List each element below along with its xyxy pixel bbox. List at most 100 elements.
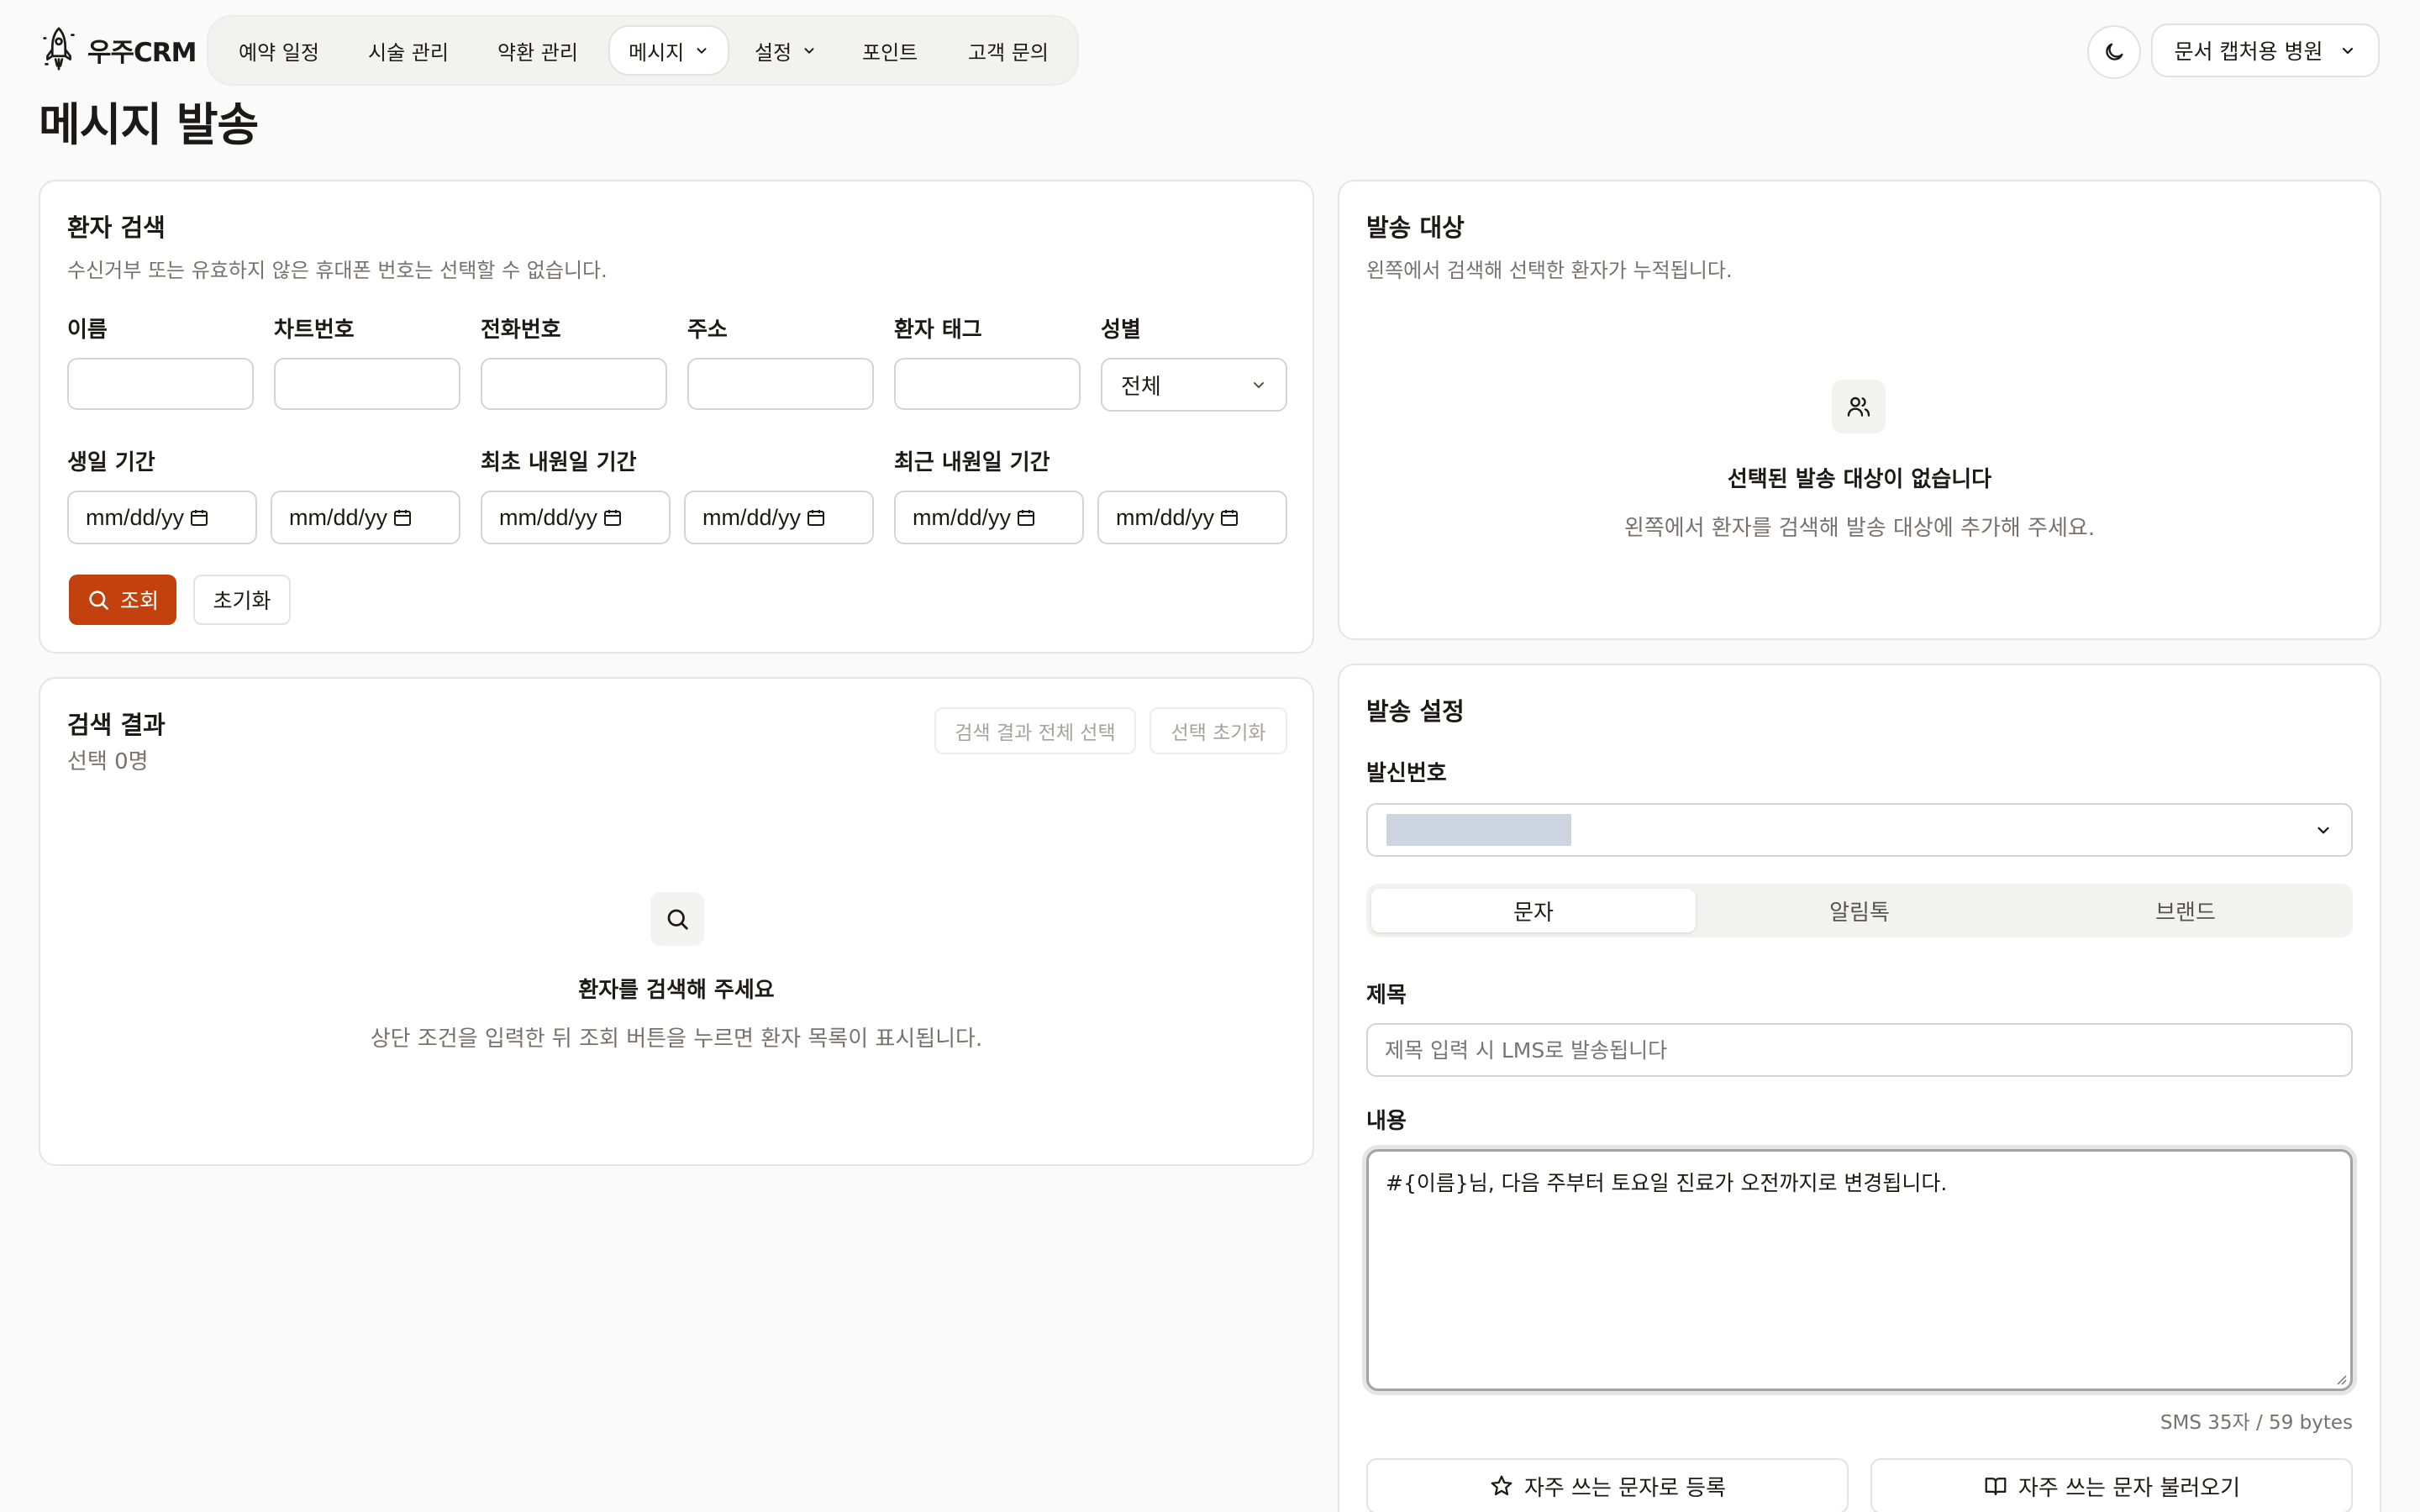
birthday-end-date[interactable]: mm/dd/yy [271,491,460,544]
hospital-selector[interactable]: 문서 캡처용 병원 [2151,24,2380,77]
app-name: 우주CRM [87,37,197,68]
nav-label: 약환 관리 [497,40,578,65]
nav-label: 설정 [755,40,792,65]
first-visit-start-date[interactable]: mm/dd/yy [481,491,671,544]
sender-number-select[interactable] [1366,803,2353,857]
first-visit-end-date[interactable]: mm/dd/yy [684,491,874,544]
search-icon [89,591,108,610]
search-button[interactable]: 조회 [69,575,176,625]
search-icon [667,909,688,930]
nav-label: 시술 관리 [368,40,449,65]
button-label: 자주 쓰는 문자 불러오기 [2018,1475,2240,1501]
search-icon-tile [650,892,704,946]
last-visit-end-date[interactable]: mm/dd/yy [1097,491,1287,544]
chevron-down-icon [804,48,814,54]
subject-input[interactable] [1366,1023,2353,1077]
selected-count: 선택 0명 [67,749,149,774]
birthday-start-date[interactable]: mm/dd/yy [67,491,257,544]
empty-description: 상단 조건을 입력한 뒤 조회 버튼을 누르면 환자 목록이 표시됩니다. [370,1026,983,1052]
date-placeholder: mm/dd/yy [86,504,185,530]
users-icon-tile [1832,380,1886,433]
last-visit-start-date[interactable]: mm/dd/yy [894,491,1084,544]
message-type-tabs: 문자 알림톡 브랜드 [1366,884,2353,937]
send-targets-card: 발송 대상 왼쪽에서 검색해 선택한 환자가 누적됩니다. 선택된 발송 대상이… [1338,180,2381,640]
tab-sms[interactable]: 문자 [1371,889,1696,932]
tab-brand[interactable]: 브랜드 [2023,889,2348,932]
resize-handle-icon[interactable] [2333,1372,2347,1385]
date-placeholder: mm/dd/yy [289,504,388,530]
page-title: 메시지 발송 [39,98,259,151]
nav-label: 고객 문의 [968,40,1049,65]
nav-label: 메시지 [629,40,685,65]
save-template-button[interactable]: 자주 쓰는 문자로 등록 [1366,1458,1849,1512]
chart-no-label: 차트번호 [274,318,355,343]
clear-selection-button[interactable]: 선택 초기화 [1150,707,1287,754]
gender-select[interactable]: 전체 [1101,358,1287,412]
content-label: 내용 [1366,1109,1407,1134]
content-value: #{이름}님, 다음 주부터 토요일 진료가 오전까지로 변경됩니다. [1386,1171,1948,1195]
byte-counter: SMS 35자 / 59 bytes [2160,1412,2353,1434]
book-open-icon [1985,1478,2007,1496]
app-logo[interactable]: 우주CRM [39,25,197,74]
nav-item-drugs[interactable]: 약환 관리 [497,17,578,84]
address-label: 주소 [687,318,728,343]
theme-toggle-button[interactable] [2087,25,2141,79]
nav-label: 포인트 [862,40,918,65]
nav-item-procedures[interactable]: 시술 관리 [368,17,449,84]
tab-label: 문자 [1513,900,1554,926]
card-title: 환자 검색 [67,213,166,242]
content-textarea[interactable]: #{이름}님, 다음 주부터 토요일 진료가 오전까지로 변경됩니다. [1366,1149,2353,1391]
empty-title: 환자를 검색해 주세요 [578,978,775,1003]
moon-icon [2106,43,2123,60]
card-subtitle: 왼쪽에서 검색해 선택한 환자가 누적됩니다. [1366,259,1733,282]
patient-search-card: 환자 검색 수신거부 또는 유효하지 않은 휴대폰 번호는 선택할 수 없습니다… [39,180,1314,654]
chart-no-input[interactable] [274,358,460,410]
search-button-label: 조회 [119,589,159,613]
calendar-icon [604,510,622,526]
button-label: 검색 결과 전체 선택 [955,722,1116,744]
select-all-results-button[interactable]: 검색 결과 전체 선택 [934,707,1136,754]
phone-input[interactable] [481,358,667,410]
calendar-icon [1018,510,1035,526]
date-placeholder: mm/dd/yy [1116,504,1215,530]
date-placeholder: mm/dd/yy [499,504,598,530]
hospital-name: 문서 캡처용 병원 [2174,39,2323,64]
users-icon [1847,396,1870,417]
nav-item-points[interactable]: 포인트 [862,17,918,84]
nav-item-reservations[interactable]: 예약 일정 [239,17,319,84]
card-title: 발송 설정 [1366,697,1465,726]
search-results-card: 검색 결과 선택 0명 검색 결과 전체 선택 선택 초기화 환자를 검색해 주… [39,677,1314,1166]
button-label: 선택 초기화 [1171,722,1266,744]
nav-item-settings[interactable]: 설정 [755,17,817,84]
card-title: 검색 결과 [67,711,166,739]
tab-label: 브랜드 [2155,900,2216,926]
chevron-down-icon [2317,827,2329,834]
reset-button[interactable]: 초기화 [193,575,291,625]
tab-label: 알림톡 [1829,900,1890,926]
reset-button-label: 초기화 [213,589,271,613]
phone-label: 전화번호 [481,318,561,343]
empty-description: 왼쪽에서 환자를 검색해 발송 대상에 추가해 주세요. [1623,516,2096,541]
address-input[interactable] [687,358,874,410]
sender-number-redacted [1386,814,1571,846]
date-placeholder: mm/dd/yy [702,504,802,530]
gender-value: 전체 [1121,374,1161,400]
tab-alimtalk[interactable]: 알림톡 [1697,889,2022,932]
calendar-icon [191,510,208,526]
calendar-icon [394,510,412,526]
tag-input[interactable] [894,358,1081,410]
send-settings-card: 발송 설정 발신번호 문자 알림톡 브랜드 제목 내용 #{이름}님, 다음 주… [1338,664,2381,1512]
nav-item-messages[interactable]: 메시지 [608,25,730,76]
calendar-icon [1221,510,1239,526]
load-template-button[interactable]: 자주 쓰는 문자 불러오기 [1870,1458,2353,1512]
rocket-icon [43,27,75,71]
tag-label: 환자 태그 [894,318,982,343]
empty-title: 선택된 발송 대상이 없습니다 [1727,467,1992,492]
name-input[interactable] [67,358,254,410]
last-visit-range-label: 최근 내원일 기간 [894,450,1050,475]
date-placeholder: mm/dd/yy [913,504,1012,530]
chevron-down-icon [2343,47,2354,55]
nav-item-inquiries[interactable]: 고객 문의 [968,17,1049,84]
star-icon [1491,1475,1512,1496]
calendar-icon [808,510,825,526]
